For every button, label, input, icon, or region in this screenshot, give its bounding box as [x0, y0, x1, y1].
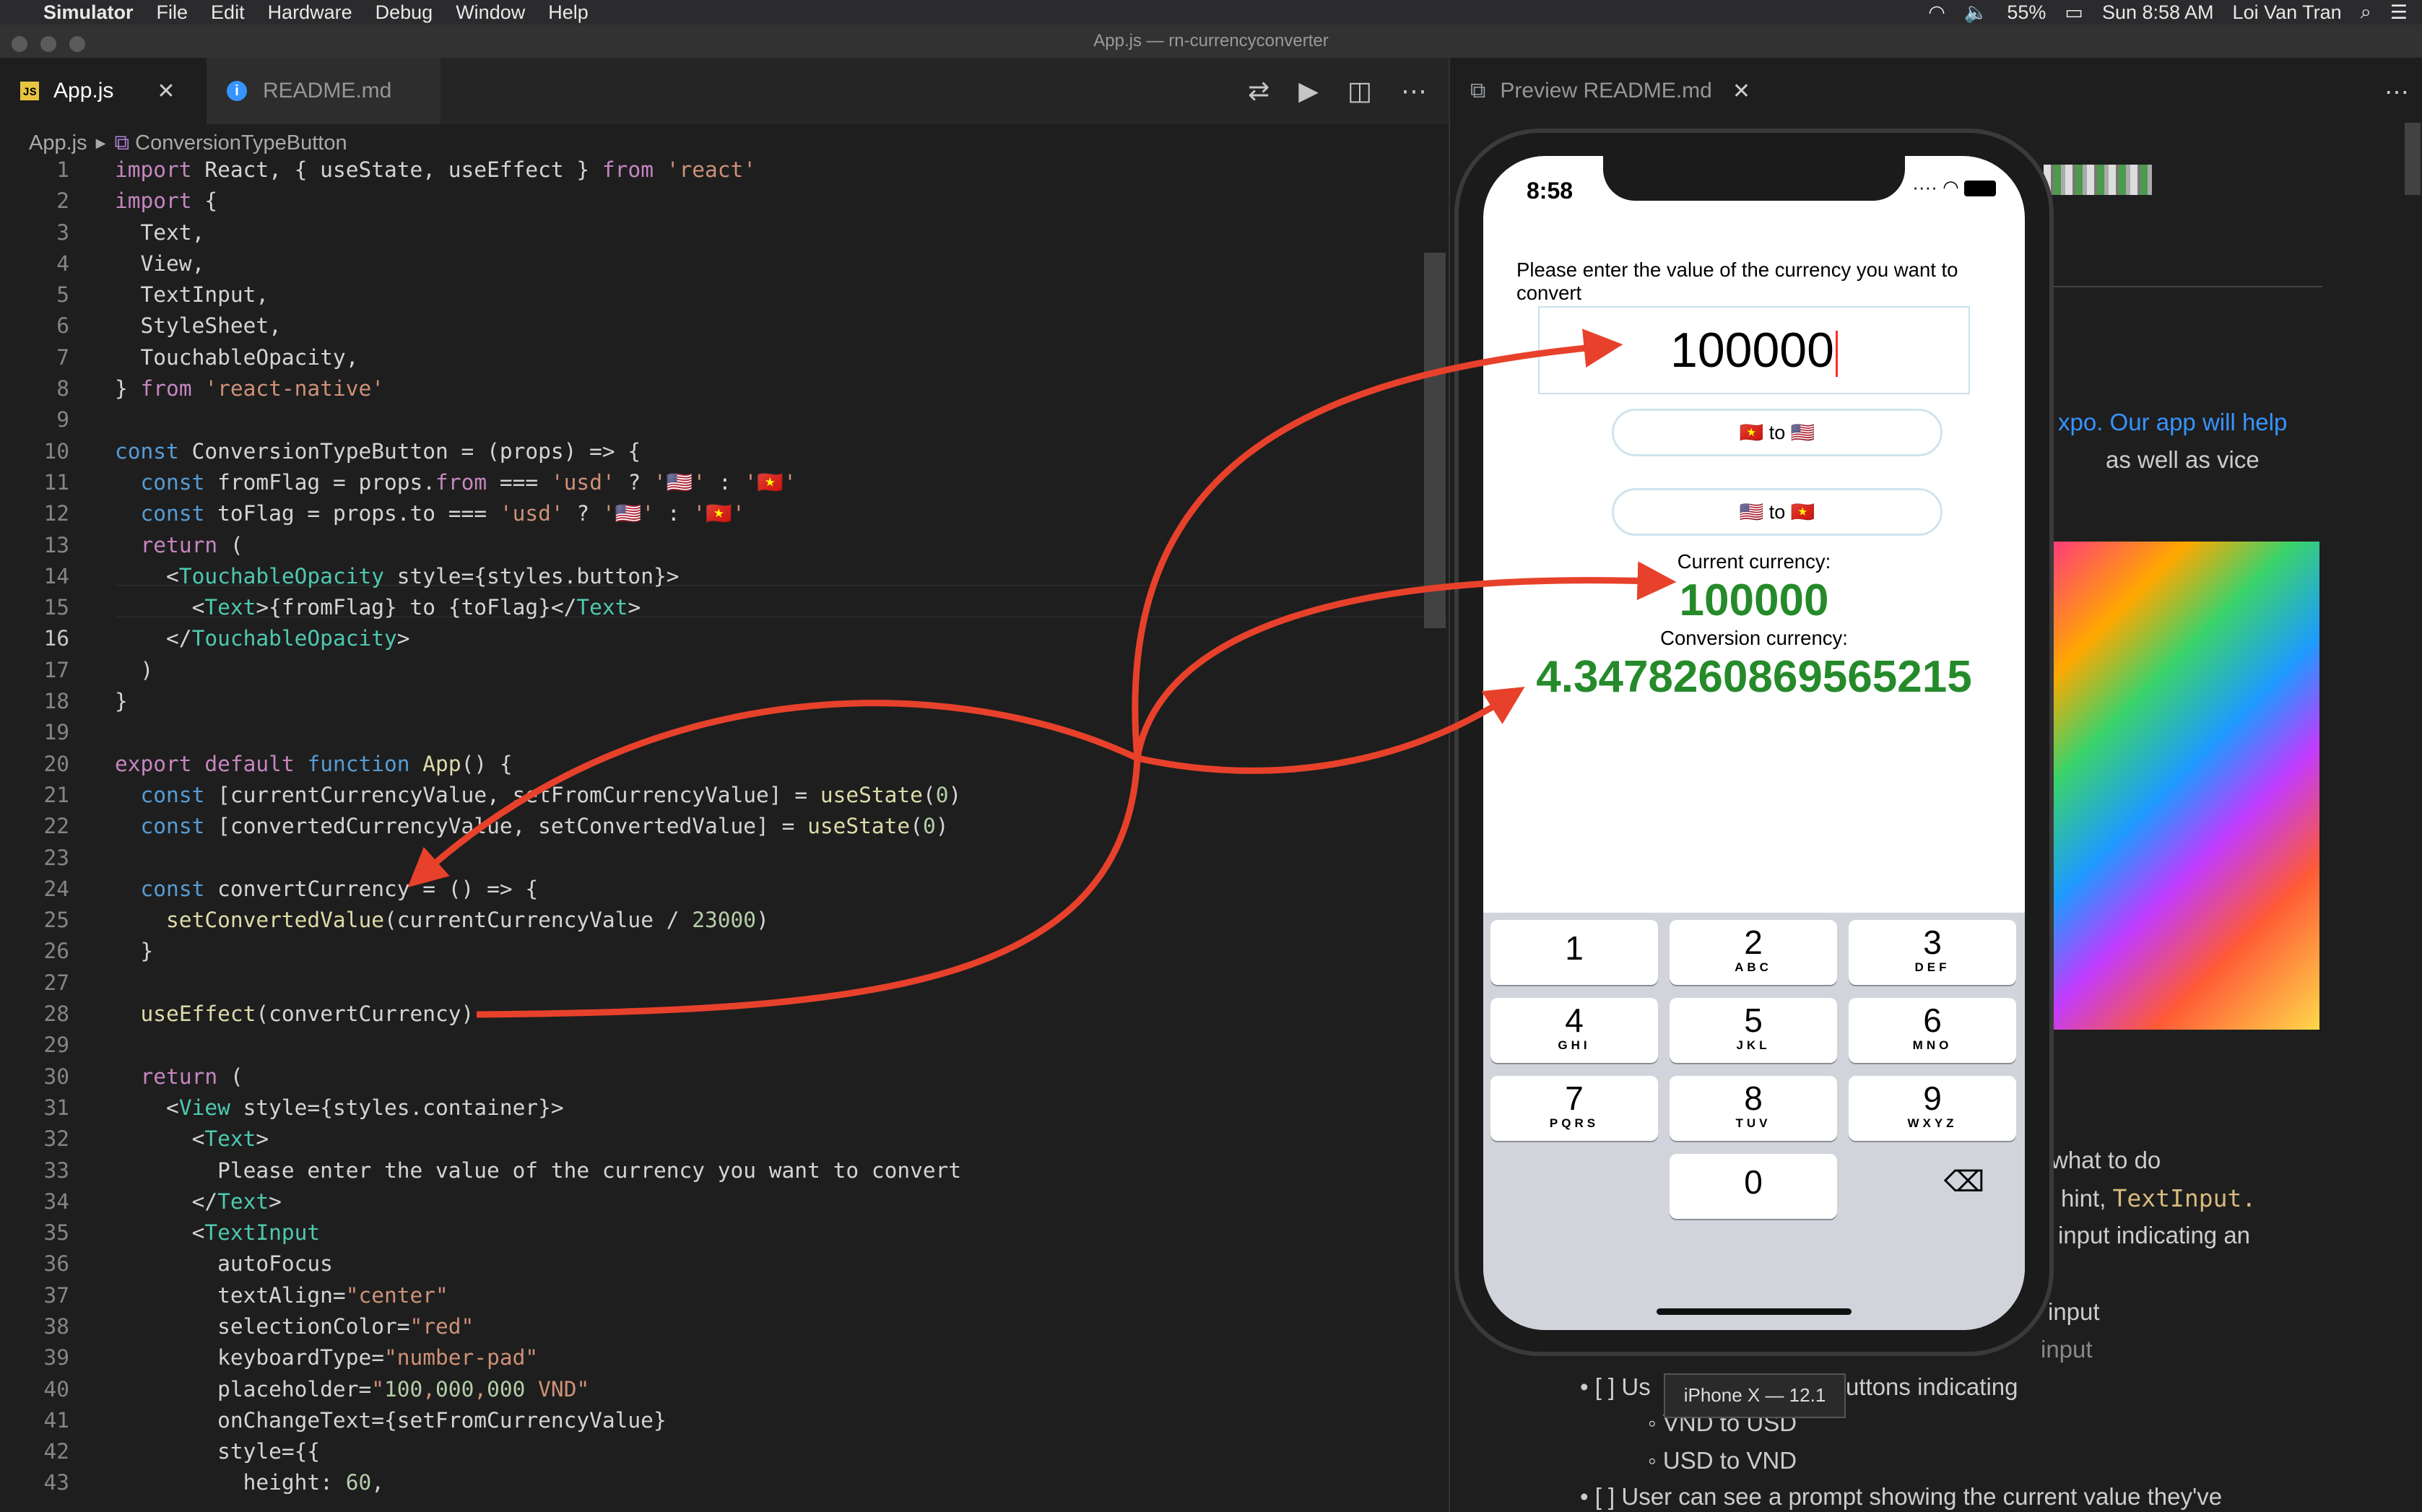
annotation-arrows	[407, 329, 1677, 1018]
annotation-arrow	[476, 561, 1677, 1018]
annotation-arrow	[407, 700, 1139, 887]
annotation-arrow	[1132, 329, 1623, 759]
annotation-arrow	[1137, 687, 1525, 774]
